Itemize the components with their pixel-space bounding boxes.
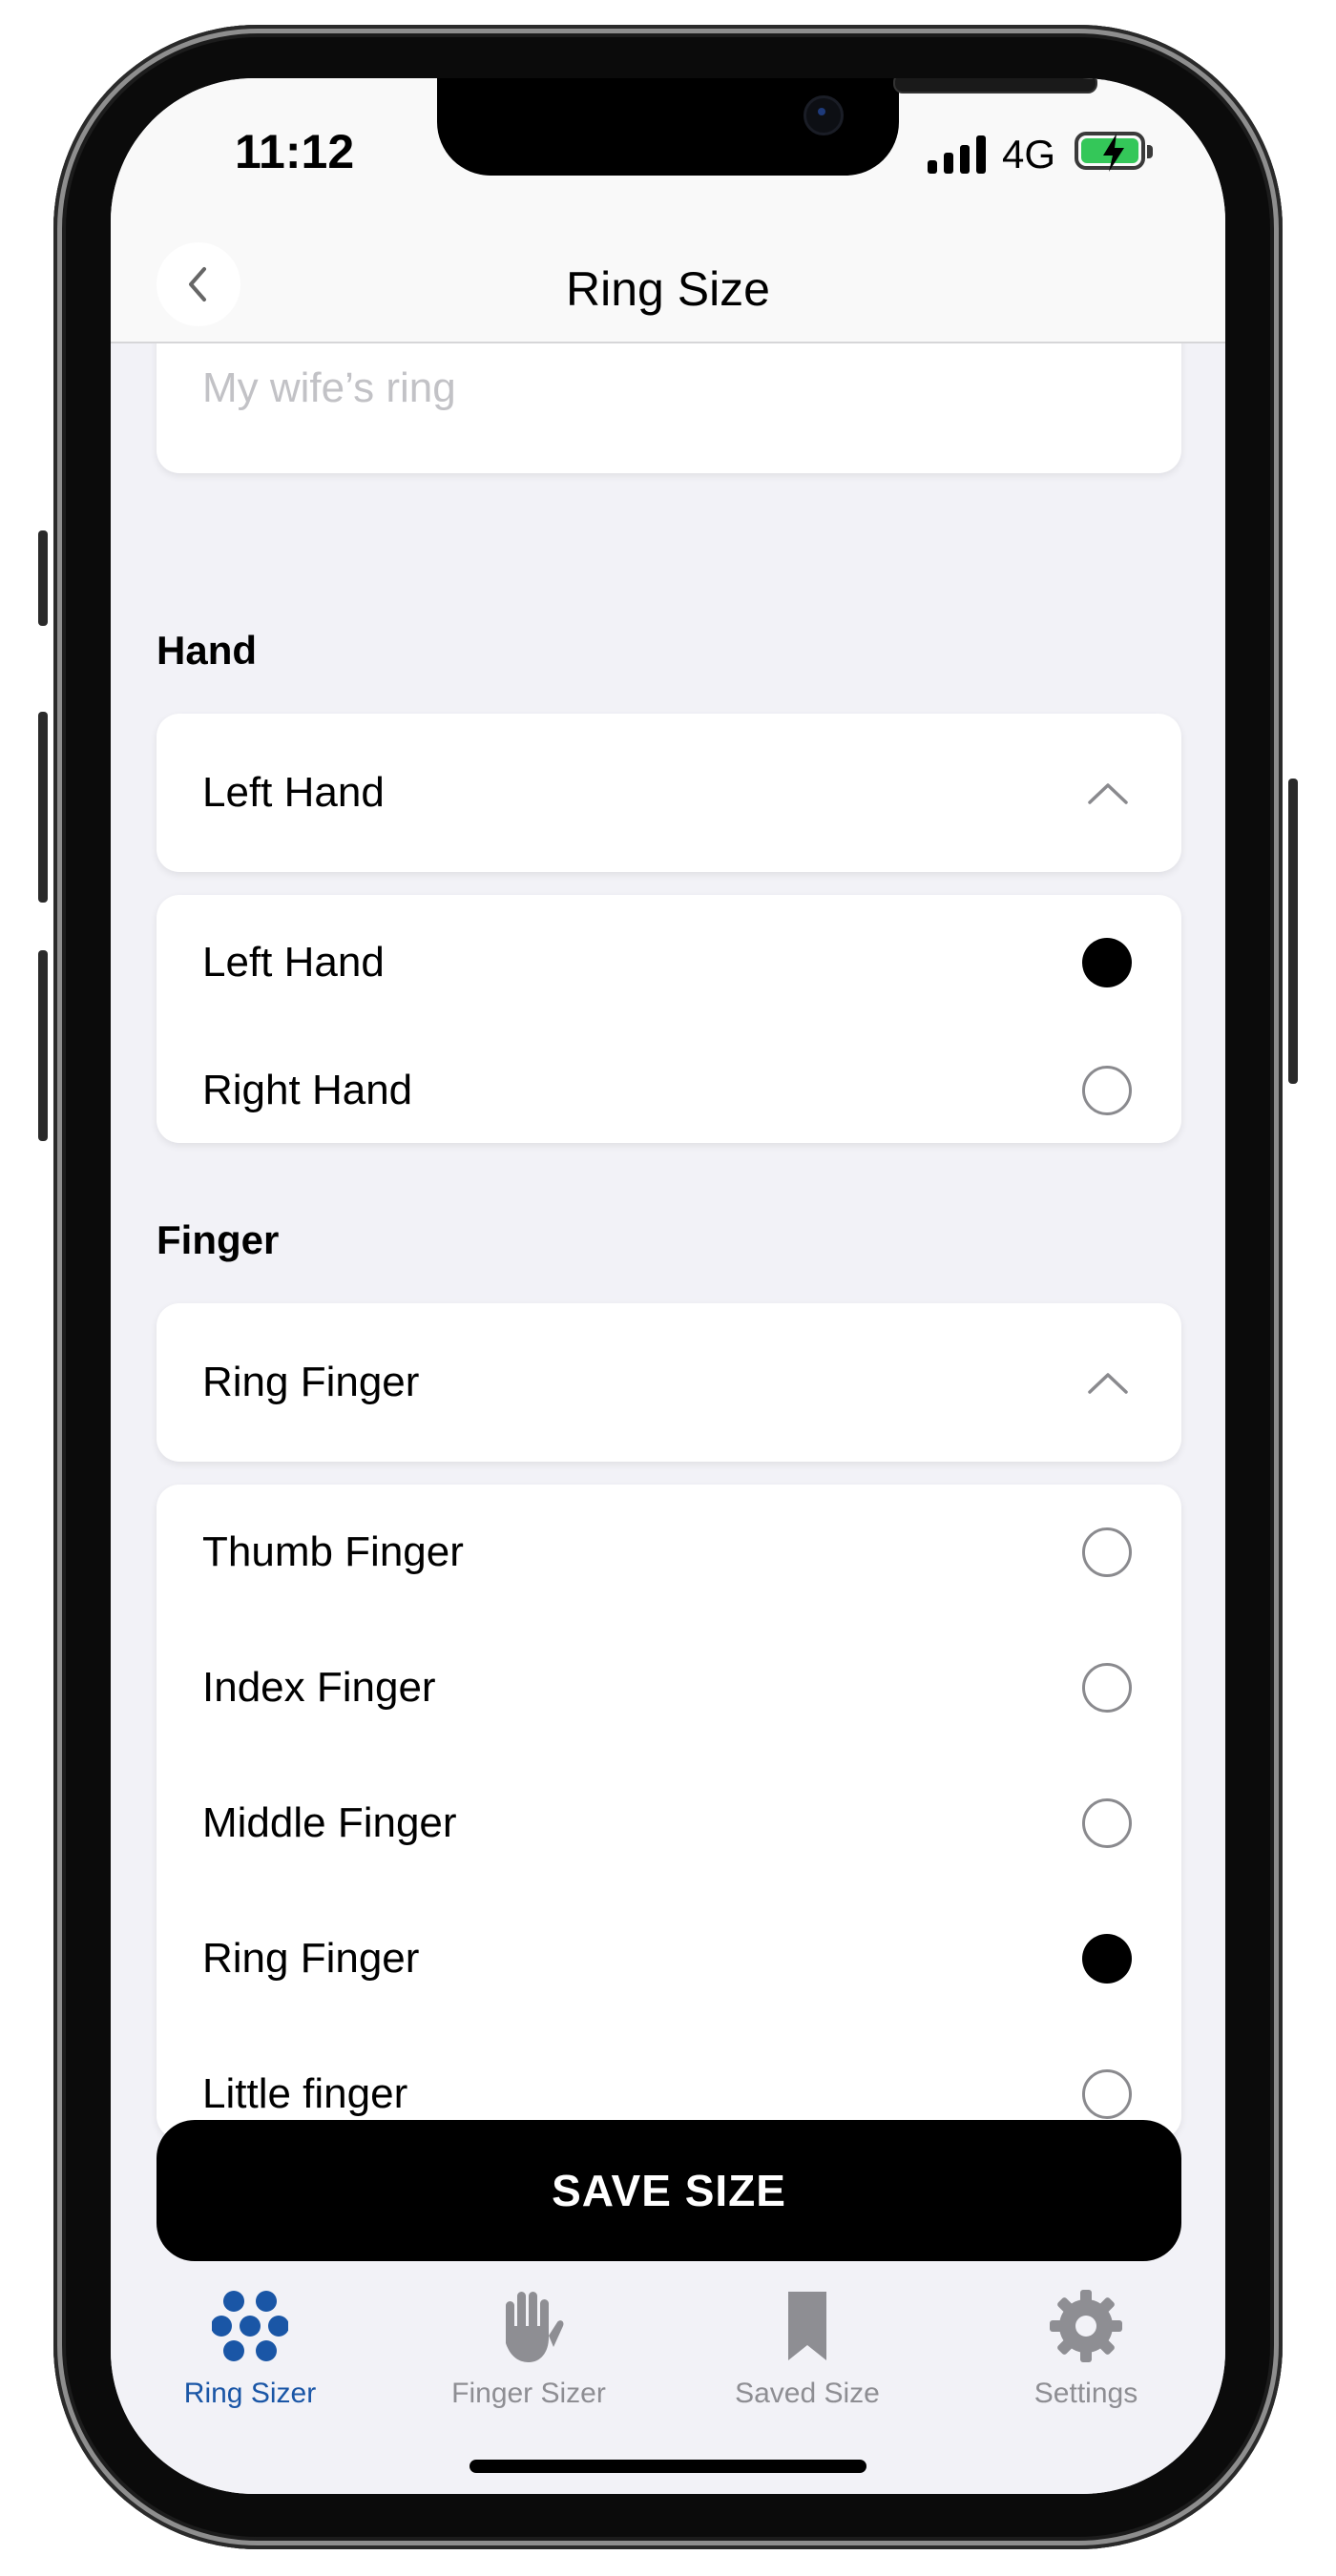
- finger-option-label: Thumb Finger: [202, 1528, 464, 1575]
- signal-icon: [928, 135, 989, 174]
- hand-option-left[interactable]: Left Hand: [157, 895, 1181, 1030]
- finger-selected-value: Ring Finger: [202, 1359, 420, 1405]
- status-time: 11:12: [235, 125, 355, 178]
- camera-icon: [804, 95, 844, 135]
- finger-dropdown[interactable]: Ring Finger: [157, 1303, 1181, 1462]
- tab-settings[interactable]: Settings: [947, 2273, 1225, 2425]
- tab-label: Finger Sizer: [451, 2378, 606, 2409]
- finger-option-ring[interactable]: Ring Finger: [157, 1891, 1181, 2026]
- battery-icon: [1075, 132, 1153, 172]
- speaker: [893, 78, 1097, 93]
- radio-unselected[interactable]: [1082, 1663, 1132, 1713]
- notch: [437, 78, 1097, 176]
- finger-option-label: Ring Finger: [202, 1935, 420, 1982]
- finger-options-list: Thumb Finger Index Finger Middle Finger …: [157, 1485, 1181, 2139]
- bookmark-icon: [788, 2292, 826, 2360]
- ring-name-placeholder: My wife’s ring: [202, 364, 456, 411]
- radio-unselected[interactable]: [1082, 1066, 1132, 1115]
- tab-label: Ring Sizer: [183, 2378, 317, 2409]
- gear-icon: [1050, 2290, 1122, 2362]
- mute-switch: [38, 530, 48, 626]
- power-button: [1288, 779, 1298, 1084]
- finger-option-middle[interactable]: Middle Finger: [157, 1755, 1181, 1891]
- charging-bolt-icon: [1103, 134, 1124, 172]
- tab-finger-sizer[interactable]: Finger Sizer: [389, 2273, 668, 2425]
- finger-option-label: Index Finger: [202, 1664, 436, 1711]
- hand-option-right[interactable]: Right Hand: [157, 1023, 1181, 1158]
- tab-label: Saved Size: [735, 2378, 880, 2409]
- tab-saved-size[interactable]: Saved Size: [668, 2273, 947, 2425]
- chevron-up-icon: [1088, 1373, 1128, 1394]
- home-indicator: [470, 2460, 866, 2473]
- screen: 11:12 4G Ring Size My wife’s ring Hand L…: [111, 78, 1225, 2494]
- nav-bar: Ring Size: [111, 231, 1225, 343]
- tab-ring-sizer[interactable]: Ring Sizer: [111, 2273, 389, 2425]
- form-content: My wife’s ring Hand Left Hand Left Hand …: [111, 342, 1225, 2187]
- radio-unselected[interactable]: [1082, 2069, 1132, 2119]
- finger-option-label: Little finger: [202, 2070, 408, 2117]
- radio-selected[interactable]: [1082, 1934, 1132, 1984]
- page-title: Ring Size: [566, 262, 770, 316]
- hand-option-label: Left Hand: [202, 939, 385, 986]
- volume-down-button: [38, 950, 48, 1141]
- hand-section-title: Hand: [157, 628, 257, 673]
- hand-dropdown[interactable]: Left Hand: [157, 714, 1181, 872]
- network-type: 4G: [1002, 132, 1056, 177]
- radio-unselected[interactable]: [1082, 1798, 1132, 1848]
- tab-label: Settings: [1033, 2378, 1138, 2409]
- finger-option-label: Middle Finger: [202, 1799, 457, 1846]
- ring-sizer-icon: [212, 2291, 288, 2361]
- hand-icon: [506, 2292, 564, 2362]
- hand-option-label: Right Hand: [202, 1067, 413, 1113]
- hand-selected-value: Left Hand: [202, 769, 385, 816]
- finger-section-title: Finger: [157, 1217, 280, 1262]
- finger-option-thumb[interactable]: Thumb Finger: [157, 1485, 1181, 1620]
- ring-name-field[interactable]: My wife’s ring: [157, 342, 1181, 473]
- hand-options-list: Left Hand Right Hand: [157, 895, 1181, 1143]
- finger-option-index[interactable]: Index Finger: [157, 1620, 1181, 1755]
- volume-up-button: [38, 712, 48, 903]
- radio-selected[interactable]: [1082, 938, 1132, 987]
- chevron-up-icon: [1088, 783, 1128, 804]
- radio-unselected[interactable]: [1082, 1527, 1132, 1577]
- save-size-button[interactable]: SAVE SIZE: [157, 2120, 1181, 2261]
